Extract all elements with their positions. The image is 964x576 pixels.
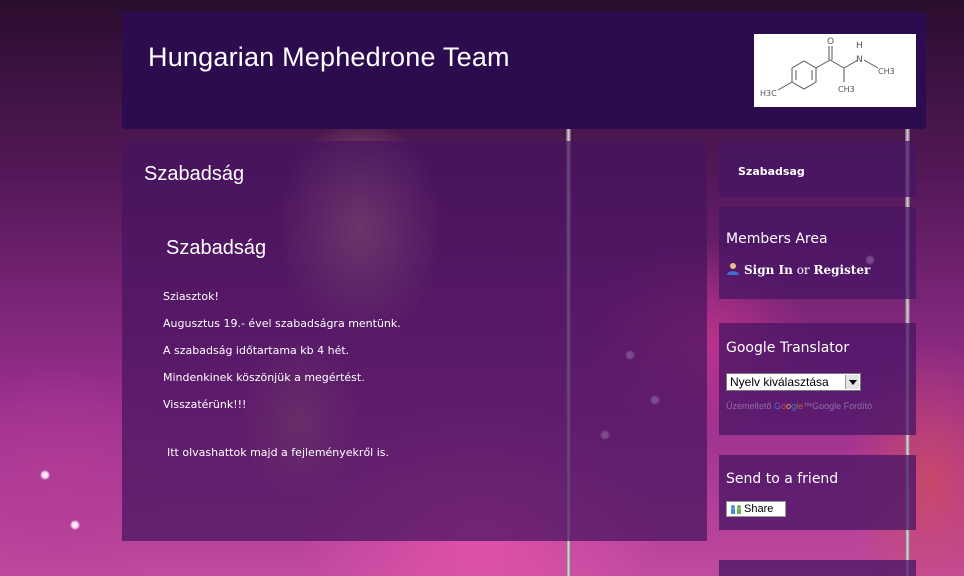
post-footer: Itt olvashattok majd a fejleményekről is… [167,446,390,459]
logo-methyl-label: CH3 [878,67,895,76]
sign-in-link[interactable]: Sign In [744,263,793,277]
google-logo-icon: Google™ [774,401,813,411]
page-heading: Szabadság [144,163,245,185]
user-icon [727,263,739,275]
members-area-widget: Members Area Sign In or Register [719,207,916,299]
language-select[interactable]: Nyelv kiválasztása [726,373,861,391]
google-translate-link[interactable]: Google Fordító [812,401,872,411]
logo-methyl-label: H3C [760,89,777,98]
post-line: Augusztus 19.- ével szabadságra mentünk. [163,317,401,330]
sidebar-link-szabadsag[interactable]: Szabadsag [738,165,805,178]
google-translator-widget: Google Translator Nyelv kiválasztása Üze… [719,323,916,435]
members-area-title: Members Area [726,231,828,247]
powered-by-text: Üzemeltető [726,401,772,411]
mephedrone-structure-image: O H N CH3 CH3 H3C [760,37,895,98]
site-header: Hungarian Mephedrone Team O H N CH3 CH3 … [122,12,926,129]
share-icon [731,505,741,514]
sidebar-widget-partial [719,560,916,576]
logo-hydrogen-label: H [856,41,863,51]
select-arrow-icon[interactable] [845,375,859,389]
register-link[interactable]: Register [813,263,870,277]
site-title[interactable]: Hungarian Mephedrone Team [148,42,510,73]
stage-light [40,470,50,480]
post-body: Sziasztok! Augusztus 19.- ével szabadság… [163,283,683,418]
share-button[interactable]: Share [726,501,786,517]
members-links: Sign In or Register [726,262,870,277]
molecule-logo: O H N CH3 CH3 H3C [754,34,916,107]
language-select-value: Nyelv kiválasztása [730,375,829,389]
logo-nitrogen-label: N [856,55,863,65]
send-to-friend-widget: Send to a friend Share [719,455,916,530]
powered-by-google: Üzemeltető Google™Google Fordító [726,401,872,411]
main-content: Szabadság Szabadság Sziasztok! Augusztus… [122,141,707,541]
post-line: Mindenkinek köszönjük a megértést. [163,371,365,384]
post-line: Visszatérünk!!! [163,398,247,411]
sidebar-widget-szabadsag: Szabadsag [719,141,916,197]
or-text: or [796,263,810,277]
send-to-friend-title: Send to a friend [726,471,839,487]
post-line: Sziasztok! [163,290,219,303]
post-line: A szabadság időtartama kb 4 hét. [163,344,350,357]
post-title: Szabadság [166,237,267,259]
logo-oxygen-label: O [827,37,834,47]
share-label: Share [744,503,774,515]
stage-light [70,520,80,530]
google-translator-title: Google Translator [726,340,850,356]
logo-methyl-label: CH3 [838,85,855,94]
